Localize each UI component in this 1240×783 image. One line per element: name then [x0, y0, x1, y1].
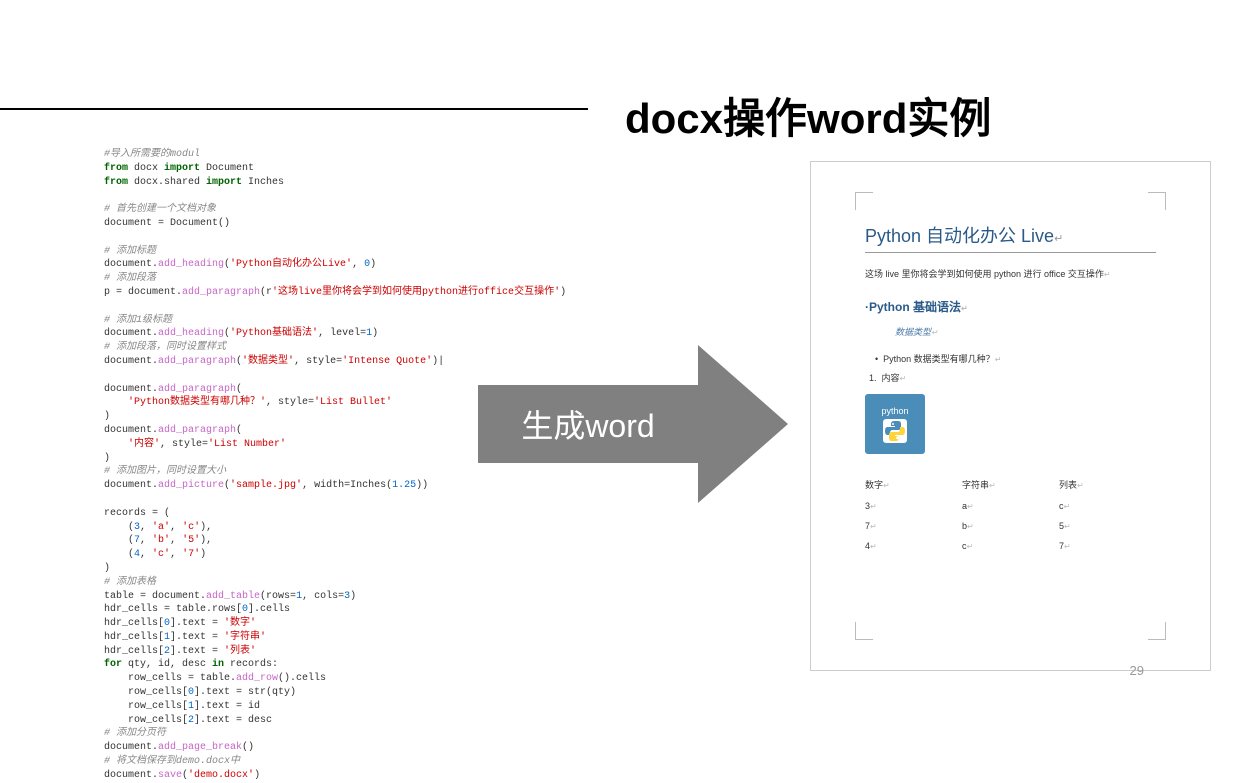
- crop-mark: [1148, 192, 1166, 210]
- slide-title: docx操作word实例: [625, 85, 991, 146]
- word-paragraph: 这场 live 里你将会学到如何使用 python 进行 office 交互操作…: [865, 267, 1156, 280]
- arrow-label: 生成word: [521, 401, 654, 447]
- table-cell: 7↵: [1059, 541, 1156, 551]
- table-cell: 4↵: [865, 541, 962, 551]
- table-cell: 7↵: [865, 521, 962, 531]
- title-divider: [0, 108, 588, 110]
- arrow-head: [698, 345, 788, 503]
- word-quote: 数据类型↵: [895, 325, 1156, 338]
- word-hr: [865, 252, 1156, 253]
- word-image: python: [865, 394, 925, 454]
- code-block: #导入所需要的modul from docx import Document f…: [104, 148, 524, 783]
- table-header: 数字↵: [865, 478, 962, 491]
- table-cell: 5↵: [1059, 521, 1156, 531]
- crop-mark: [855, 622, 873, 640]
- crop-mark: [855, 192, 873, 210]
- table-cell: 3↵: [865, 501, 962, 511]
- python-logo-icon: [883, 419, 907, 443]
- table-cell: a↵: [962, 501, 1059, 511]
- crop-mark: [1148, 622, 1166, 640]
- python-logo-label: python: [881, 406, 908, 416]
- word-heading-1: Python 自动化办公 Live↵: [865, 222, 1156, 248]
- table-header: 列表↵: [1059, 478, 1156, 491]
- code-keyword: from: [104, 163, 128, 174]
- code-comment: #导入所需要的modul: [104, 149, 200, 160]
- table-cell: c↵: [962, 541, 1059, 551]
- arrow-icon: 生成word: [478, 345, 788, 503]
- table-cell: c↵: [1059, 501, 1156, 511]
- word-bullet-item: • Python 数据类型有哪几种？↵: [875, 352, 1156, 365]
- table-header: 字符串↵: [962, 478, 1059, 491]
- table-cell: b↵: [962, 521, 1059, 531]
- word-table: 数字↵ 字符串↵ 列表↵ 3↵ a↵ c↵ 7↵ b↵ 5↵ 4↵ c↵ 7↵: [865, 478, 1156, 551]
- arrow-shaft: 生成word: [478, 385, 698, 463]
- word-preview: Python 自动化办公 Live↵ 这场 live 里你将会学到如何使用 py…: [810, 161, 1211, 671]
- page-number: 29: [1130, 663, 1144, 678]
- word-number-item: 1. 内容↵: [869, 371, 1156, 384]
- word-heading-2: ·Python 基础语法↵: [865, 298, 1156, 315]
